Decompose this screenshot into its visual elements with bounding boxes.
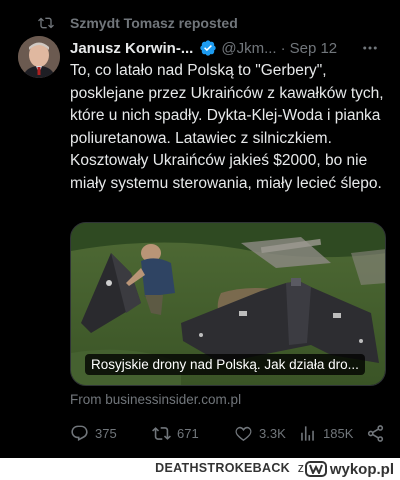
repost-count: 671 [177,425,199,441]
tweet-card[interactable]: Szmydt Tomasz reposted Janusz Korwin-...… [0,0,400,458]
wykop-site-name: wykop.pl [329,460,394,478]
repost-icon [38,17,54,29]
author-handle[interactable]: @Jkm... [221,40,276,57]
wykop-logo[interactable]: wykop.pl [304,460,394,478]
footer-username[interactable]: DEATHSTROKEBACK [155,461,290,475]
reply-count: 375 [95,425,117,441]
repost-indicator[interactable]: Szmydt Tomasz reposted [38,13,238,33]
tweet-header: Janusz Korwin-... @Jkm... · Sep 12 [70,37,388,59]
heart-icon [235,426,252,441]
link-card[interactable]: Rosyjskie drony nad Polską. Jak działa d… [70,222,386,386]
views-button[interactable]: 185K [298,422,353,444]
link-source[interactable]: From businessinsider.com.pl [70,392,241,407]
like-count: 3.3K [259,425,286,441]
reply-icon [71,425,88,441]
verified-badge-icon[interactable] [199,39,217,57]
more-options-icon[interactable] [360,37,380,59]
view-count: 185K [323,425,354,441]
tweet-text: To, co latało nad Polską to "Gerbery", p… [70,62,388,192]
repost-button[interactable]: 671 [152,422,199,444]
like-button[interactable]: 3.3K [234,422,286,444]
reply-button[interactable]: 375 [70,422,117,444]
wykop-logo-icon [304,461,327,477]
link-card-title[interactable]: Rosyjskie drony nad Polską. Jak działa d… [85,354,365,375]
share-button[interactable] [366,422,391,444]
repost-text: Szmydt Tomasz reposted [70,15,238,31]
separator: · [280,39,286,57]
tweet-date[interactable]: Sep 12 [290,40,338,57]
author-name[interactable]: Janusz Korwin-... [70,40,193,57]
analytics-icon [301,425,314,441]
avatar[interactable] [18,36,60,78]
share-icon [367,424,384,442]
footer-connector: z [297,461,304,475]
action-bar: 375 671 3.3K 185K [70,422,390,444]
wykop-footer: DEATHSTROKEBACK z wykop.pl [0,458,400,480]
repost-icon [152,426,171,440]
